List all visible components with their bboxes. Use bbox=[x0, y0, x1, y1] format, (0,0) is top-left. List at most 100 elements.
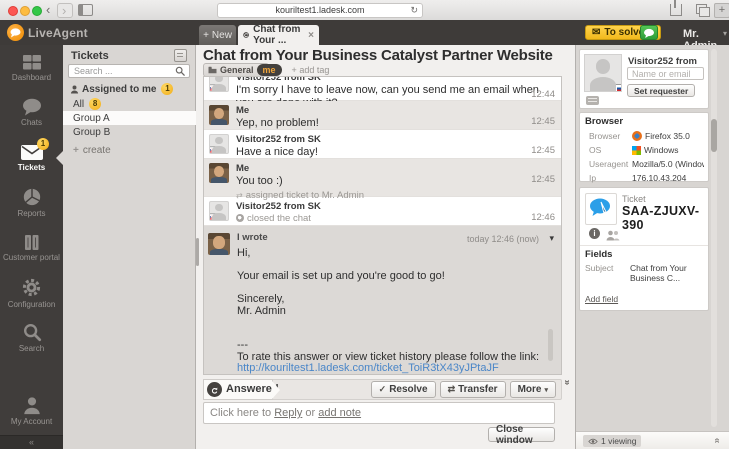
sidebar-item-dashboard[interactable]: Dashboard bbox=[0, 45, 63, 90]
person-icon bbox=[70, 85, 79, 94]
ticket-history-link[interactable]: http://kouriltest1.ladesk.com/ticket_Toi… bbox=[237, 363, 555, 375]
caret-down-icon: ▾ bbox=[544, 386, 548, 394]
main-scrollbar-thumb[interactable] bbox=[196, 238, 199, 266]
create-filter-button[interactable]: +create bbox=[73, 145, 111, 156]
ticket-info-panel: Visitor252 from SK Set requester Browser… bbox=[575, 45, 729, 449]
transfer-button[interactable]: ⇄Transfer bbox=[440, 381, 506, 398]
sidebar-item-configuration[interactable]: Configuration bbox=[0, 270, 63, 315]
message-time: 12:44 bbox=[531, 89, 555, 100]
agent-avatar bbox=[209, 163, 229, 183]
keyboard-icon[interactable] bbox=[586, 96, 599, 105]
message-author: Me bbox=[236, 163, 555, 174]
sidebar-item-tickets[interactable]: Tickets 1 bbox=[0, 135, 63, 180]
close-window-button[interactable]: Close window bbox=[488, 427, 555, 442]
ticket-search-input[interactable] bbox=[68, 64, 190, 78]
message-time: 12:45 bbox=[531, 145, 555, 156]
sidebar-label: Configuration bbox=[8, 300, 56, 309]
email-footer: Powered by LiveAgent. bbox=[237, 375, 555, 376]
share-icon[interactable] bbox=[670, 4, 682, 16]
filter-label: Group B bbox=[73, 127, 110, 138]
liveagent-logo-icon bbox=[7, 24, 24, 41]
filter-group-b[interactable]: Group B bbox=[63, 125, 196, 139]
address-bar[interactable]: kouriltest1.ladesk.com ↻ bbox=[217, 3, 423, 18]
reply-prompt: Click here to bbox=[210, 407, 274, 419]
reload-icon[interactable]: ↻ bbox=[410, 4, 418, 17]
set-requester-button[interactable]: Set requester bbox=[627, 84, 695, 97]
dashboard-icon bbox=[21, 54, 43, 71]
add-field-link[interactable]: Add field bbox=[585, 294, 618, 304]
tab-close-icon[interactable]: × bbox=[308, 30, 314, 41]
resolve-button[interactable]: ✓Resolve bbox=[371, 381, 436, 398]
count-badge: 8 bbox=[89, 98, 101, 110]
add-note-link[interactable]: add note bbox=[318, 407, 361, 419]
online-chat-button[interactable] bbox=[640, 25, 658, 40]
agent-email-message: I wrote today 12:46 (now) ▾ Hi, Your ema… bbox=[204, 226, 561, 375]
gear-icon bbox=[21, 277, 42, 298]
sidebar-item-my-account[interactable]: My Account bbox=[0, 388, 63, 433]
system-note-text: closed the chat bbox=[247, 213, 311, 224]
new-browser-tab-button[interactable]: + bbox=[714, 3, 729, 18]
assignee-me-badge[interactable]: me bbox=[257, 64, 282, 76]
chat-message-visitor: Visitor252 from SK closed the chat 12:46 bbox=[204, 197, 561, 226]
browser-chrome: ‹ › kouriltest1.ladesk.com ↻ + bbox=[0, 0, 729, 21]
more-button[interactable]: More▾ bbox=[510, 381, 556, 398]
visitor-avatar bbox=[209, 77, 229, 92]
sidebar-item-chats[interactable]: Chats bbox=[0, 90, 63, 135]
filter-group-a[interactable]: Group A bbox=[63, 111, 196, 125]
folder-icon bbox=[208, 66, 217, 74]
browser-section-title: Browser bbox=[585, 116, 623, 127]
thread-scrollbar-thumb[interactable] bbox=[548, 329, 553, 361]
sidebar-item-search[interactable]: Search bbox=[0, 315, 63, 360]
answered-status-icon bbox=[207, 382, 222, 397]
collapse-reply-area-icon[interactable]: « bbox=[561, 380, 572, 386]
info-row: Useragent Mozilla/5.0 (Windows NT 6... bbox=[580, 157, 708, 171]
panel-scrollbar-track[interactable] bbox=[711, 49, 717, 427]
eye-icon bbox=[588, 438, 598, 445]
chevron-down-icon[interactable]: ▾ bbox=[723, 29, 727, 38]
add-tag-button[interactable]: + add tag bbox=[292, 65, 330, 75]
reply-input[interactable]: Click here to Reply or add note bbox=[203, 402, 555, 424]
tab-chat-label: Chat from Your ... bbox=[253, 24, 304, 46]
transfer-label: Transfer bbox=[458, 384, 497, 395]
forward-button[interactable]: › bbox=[57, 3, 73, 18]
sidebar-toggle-icon[interactable] bbox=[78, 4, 93, 16]
window-minimize-button[interactable] bbox=[20, 6, 30, 16]
info-label: Browser bbox=[589, 131, 620, 141]
visitor-avatar bbox=[209, 201, 229, 221]
check-icon: ✓ bbox=[379, 384, 387, 395]
window-close-button[interactable] bbox=[8, 6, 18, 16]
active-panel-notch bbox=[56, 151, 63, 165]
message-options-caret[interactable]: ▾ bbox=[549, 233, 554, 244]
ticket-detail-main: Chat from Your Business Catalyst Partner… bbox=[196, 45, 575, 449]
panel-scrollbar-thumb[interactable] bbox=[711, 119, 717, 152]
info-icon[interactable]: i bbox=[589, 228, 600, 239]
search-icon bbox=[175, 66, 185, 76]
tab-new-ticket[interactable]: + New bbox=[199, 25, 236, 45]
visitor-avatar bbox=[209, 134, 229, 154]
agent-avatar bbox=[208, 233, 230, 255]
filter-assigned-to-me[interactable]: Assigned to me 1 bbox=[63, 82, 196, 96]
info-value: 176.10.43.204 bbox=[632, 173, 686, 183]
filter-all[interactable]: All 8 bbox=[63, 97, 196, 111]
sidebar-label: Reports bbox=[17, 209, 45, 218]
info-value: Windows bbox=[644, 145, 678, 155]
chat-message-visitor: Visitor252 from SK I'm sorry I have to l… bbox=[204, 77, 561, 101]
tab-chat-active[interactable]: Chat from Your ... × bbox=[238, 25, 319, 45]
participants-icon[interactable] bbox=[606, 228, 620, 246]
ticket-actions: ✓Resolve ⇄Transfer More▾ bbox=[371, 381, 556, 398]
sidebar-item-customer-portal[interactable]: Customer portal bbox=[0, 225, 63, 270]
reply-link[interactable]: Reply bbox=[274, 407, 302, 419]
collapse-panel-icon[interactable]: « bbox=[712, 438, 723, 444]
sidebar-collapse-button[interactable]: « bbox=[0, 435, 63, 449]
liveagent-app-window: ‹ › kouriltest1.ladesk.com ↻ + LiveAgent… bbox=[0, 0, 729, 449]
sidebar-item-reports[interactable]: Reports bbox=[0, 180, 63, 225]
info-row: Ip 176.10.43.204 bbox=[580, 171, 708, 185]
back-icon[interactable]: ‹ bbox=[46, 1, 50, 19]
window-zoom-button[interactable] bbox=[32, 6, 42, 16]
tab-new-label: New bbox=[212, 30, 232, 41]
panel-layout-icon[interactable] bbox=[174, 49, 187, 62]
message-text: You too :) bbox=[236, 175, 555, 188]
tab-overview-icon[interactable] bbox=[696, 4, 707, 14]
department-tag-label: General bbox=[220, 65, 254, 75]
requester-name-input[interactable] bbox=[627, 67, 704, 80]
